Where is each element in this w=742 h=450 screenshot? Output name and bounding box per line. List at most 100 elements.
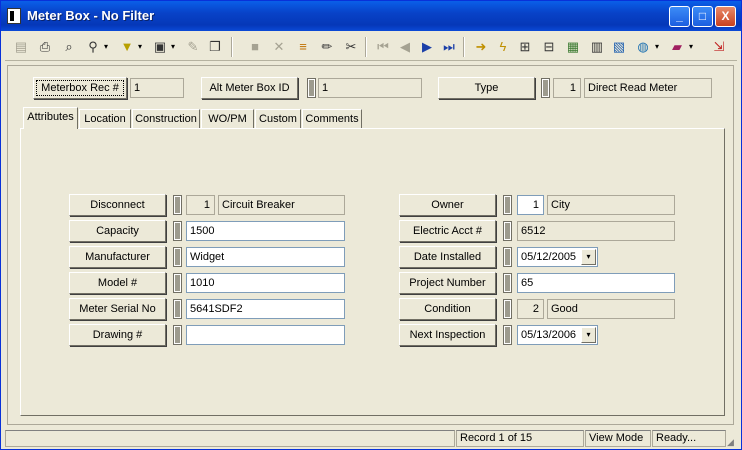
help-dropdown[interactable]: ▾ xyxy=(689,37,697,57)
toolbar: ▤ ⎙ ⌕ ⚲ ▾ ▼ ▾ ▣ ▾ ✎ ❐ ■ ✕ ≡ ✏ ✂ ⏮ ◀ ▶ ⏭ … xyxy=(5,33,737,61)
type-value-field: Direct Read Meter xyxy=(584,78,712,98)
meter-serial-grip xyxy=(173,299,182,319)
filter-icon[interactable]: ▼ xyxy=(117,37,137,57)
tab-location[interactable]: Location xyxy=(79,109,131,129)
map-icon[interactable]: ▦ xyxy=(563,37,583,57)
type-code-field: 1 xyxy=(553,78,581,98)
meterbox-rec-button[interactable]: Meterbox Rec # xyxy=(33,77,127,99)
status-bar: Record 1 of 15 View Mode Ready... ◢ xyxy=(5,430,739,448)
toolbar-separator xyxy=(231,37,233,57)
tab-wo-pm[interactable]: WO/PM xyxy=(201,109,254,129)
meter-box-window: Meter Box - No Filter _ □ X ▤ ⎙ ⌕ ⚲ ▾ ▼ … xyxy=(0,0,742,450)
project-number-button[interactable]: Project Number xyxy=(399,272,496,294)
delete-icon[interactable]: ✕ xyxy=(269,37,289,57)
electric-acct-grip xyxy=(503,221,512,241)
model-field[interactable]: 1010 xyxy=(186,273,345,293)
status-message xyxy=(5,430,455,447)
title-bar: Meter Box - No Filter _ □ X xyxy=(1,1,741,31)
owner-button[interactable]: Owner xyxy=(399,194,496,216)
type-button[interactable]: Type xyxy=(438,77,535,99)
last-record-icon[interactable]: ⏭ xyxy=(439,37,459,57)
date-installed-button[interactable]: Date Installed xyxy=(399,246,496,268)
next-record-icon[interactable]: ▶ xyxy=(417,37,437,57)
drawing-grip xyxy=(173,325,182,345)
manufacturer-grip xyxy=(173,247,182,267)
binoculars-dropdown[interactable]: ▾ xyxy=(104,37,112,57)
edit-icon[interactable]: ✎ xyxy=(183,37,203,57)
report-dropdown[interactable]: ▾ xyxy=(171,37,179,57)
meter-serial-field[interactable]: 5641SDF2 xyxy=(186,299,345,319)
manufacturer-button[interactable]: Manufacturer xyxy=(69,246,166,268)
disconnect-value-field: Circuit Breaker xyxy=(218,195,345,215)
electric-acct-button[interactable]: Electric Acct # xyxy=(399,220,496,242)
electric-acct-field: 6512 xyxy=(517,221,675,241)
next-inspection-grip xyxy=(503,325,512,345)
next-inspection-dropdown-icon[interactable]: ▾ xyxy=(581,327,596,343)
books-icon[interactable]: ≡ xyxy=(293,37,313,57)
tab-attributes[interactable]: Attributes xyxy=(23,107,78,129)
type-grip xyxy=(541,78,550,98)
binoculars-icon[interactable]: ⚲ xyxy=(83,37,103,57)
project-number-field[interactable]: 65 xyxy=(517,273,675,293)
project-number-grip xyxy=(503,273,512,293)
capacity-grip xyxy=(173,221,182,241)
date-installed-value: 05/12/2005 xyxy=(521,251,577,263)
alt-meter-box-id-grip xyxy=(307,78,316,98)
save-icon[interactable]: ■ xyxy=(245,37,265,57)
date-installed-dropdown-icon[interactable]: ▾ xyxy=(581,249,596,265)
alt-meter-box-id-button[interactable]: Alt Meter Box ID xyxy=(201,77,298,99)
new-icon[interactable]: ▤ xyxy=(11,37,31,57)
toolbar-separator xyxy=(463,37,465,57)
owner-value-field: City xyxy=(547,195,675,215)
drawing-field[interactable] xyxy=(186,325,345,345)
toolbar-separator xyxy=(365,37,367,57)
previous-record-icon[interactable]: ◀ xyxy=(395,37,415,57)
calculator-icon[interactable]: ▥ xyxy=(587,37,607,57)
tab-custom[interactable]: Custom xyxy=(255,109,301,129)
copy-icon[interactable]: ❐ xyxy=(205,37,225,57)
disconnect-grip xyxy=(173,195,182,215)
print-preview-icon[interactable]: ⌕ xyxy=(59,37,79,57)
next-inspection-value: 05/13/2006 xyxy=(521,329,577,341)
alt-meter-box-id-field: 1 xyxy=(318,78,422,98)
scissors-icon[interactable]: ✂ xyxy=(341,37,361,57)
print-icon[interactable]: ⎙ xyxy=(35,37,55,57)
next-inspection-button[interactable]: Next Inspection xyxy=(399,324,496,346)
close-button[interactable]: X xyxy=(715,6,736,27)
first-record-icon[interactable]: ⏮ xyxy=(373,37,393,57)
minimize-button[interactable]: _ xyxy=(669,6,690,27)
manufacturer-field[interactable]: Widget xyxy=(186,247,345,267)
gis-icon[interactable]: ▧ xyxy=(609,37,629,57)
disconnect-code-field: 1 xyxy=(186,195,215,215)
report-icon[interactable]: ▣ xyxy=(150,37,170,57)
exit-icon[interactable]: ⇲ xyxy=(709,37,729,57)
lightning-icon[interactable]: ϟ xyxy=(493,37,513,57)
tab-comments[interactable]: Comments xyxy=(302,109,362,129)
owner-code-field[interactable]: 1 xyxy=(517,195,544,215)
condition-value-field: Good xyxy=(547,299,675,319)
capacity-field[interactable]: 1500 xyxy=(186,221,345,241)
tree-view-icon[interactable]: ⊞ xyxy=(515,37,535,57)
filter-dropdown[interactable]: ▾ xyxy=(138,37,146,57)
tab-construction[interactable]: Construction xyxy=(132,109,200,129)
disconnect-button[interactable]: Disconnect xyxy=(69,194,166,216)
resize-grip-icon[interactable]: ◢ xyxy=(727,436,739,448)
next-inspection-picker[interactable]: 05/13/2006 ▾ xyxy=(517,325,598,345)
model-button[interactable]: Model # xyxy=(69,272,166,294)
drawing-button[interactable]: Drawing # xyxy=(69,324,166,346)
help-book-icon[interactable]: ▰ xyxy=(667,37,687,57)
globe-icon[interactable]: ◍ xyxy=(633,37,653,57)
capacity-button[interactable]: Capacity xyxy=(69,220,166,242)
condition-button[interactable]: Condition xyxy=(399,298,496,320)
pencil-icon[interactable]: ✏ xyxy=(317,37,337,57)
window-title: Meter Box - No Filter xyxy=(27,8,155,23)
maximize-button[interactable]: □ xyxy=(692,6,713,27)
ready-indicator: Ready... xyxy=(652,430,726,447)
goto-arrow-icon[interactable]: ➜ xyxy=(471,37,491,57)
globe-dropdown[interactable]: ▾ xyxy=(655,37,663,57)
date-installed-picker[interactable]: 05/12/2005 ▾ xyxy=(517,247,598,267)
meterbox-rec-field: 1 xyxy=(130,78,184,98)
owner-grip xyxy=(503,195,512,215)
hierarchy-icon[interactable]: ⊟ xyxy=(539,37,559,57)
meter-serial-button[interactable]: Meter Serial No xyxy=(69,298,166,320)
